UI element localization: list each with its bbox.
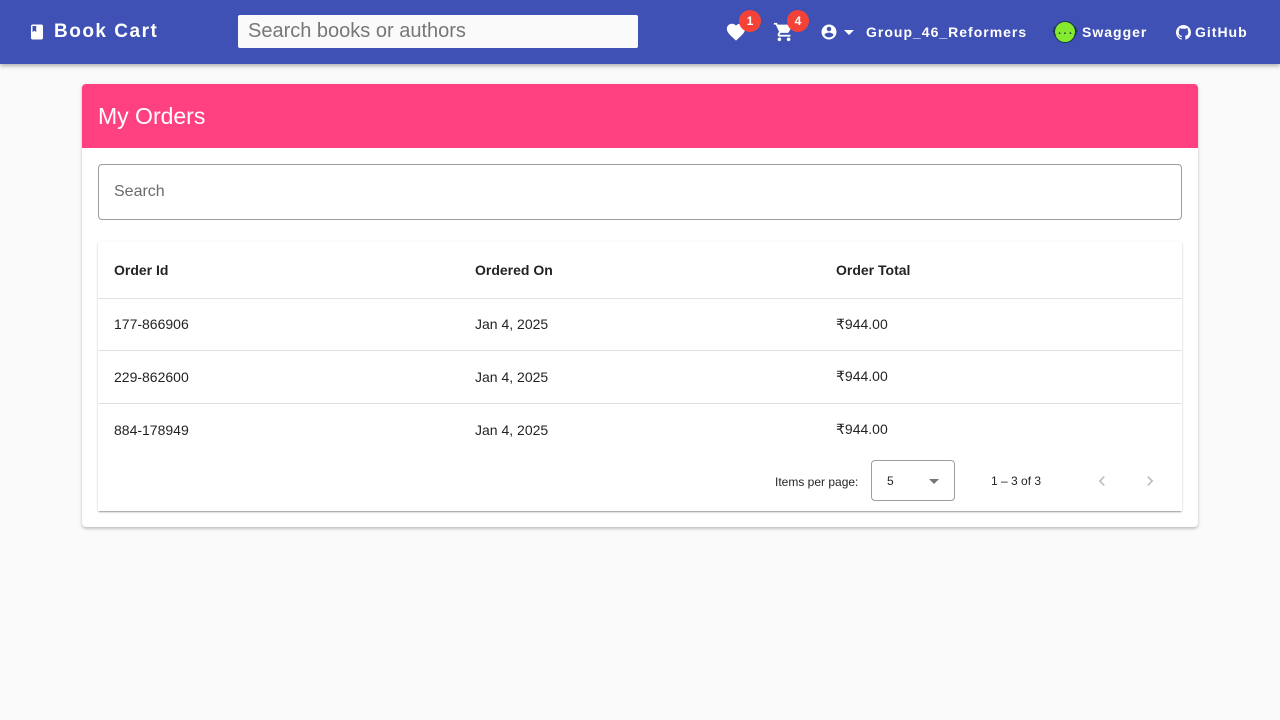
user-name: Group_46_Reformers [866,24,1028,40]
user-menu-button[interactable]: Group_46_Reformers [820,0,1027,64]
page-title: My Orders [98,102,206,129]
orders-table-container: Order Id Ordered On Order Total 177-8669… [98,242,1182,511]
table-row[interactable]: 884-178949 Jan 4, 2025 ₹944.00 [98,403,1182,456]
order-id-cell: 229-862600 [98,350,459,404]
order-id-cell: 177-866906 [98,298,459,351]
column-header-order-total[interactable]: Order Total [820,242,1182,299]
github-icon [1176,24,1191,40]
book-search-input[interactable] [238,15,638,48]
page-size-value: 5 [887,474,894,488]
chevron-left-icon [1098,476,1105,486]
items-per-page-label: Items per page: [775,475,859,489]
order-total-cell: ₹944.00 [820,298,1182,351]
chevron-right-icon [1147,476,1154,486]
column-header-ordered-on[interactable]: Ordered On [459,242,820,299]
table-header-row: Order Id Ordered On Order Total [98,242,1182,299]
card-header: My Orders [82,84,1198,148]
order-total-cell: ₹944.00 [836,421,888,437]
cart-count-badge: 4 [787,10,809,32]
account-circle-icon [821,24,837,40]
order-date-cell: Jan 4, 2025 [475,421,549,438]
brand-home-link[interactable]: Book Cart [28,0,158,64]
github-label: GitHub [1195,24,1248,40]
next-page-button[interactable] [1134,465,1166,497]
paginator: Items per page: 5 1 – 3 of 3 [98,455,1182,511]
orders-table: Order Id Ordered On Order Total 177-8669… [98,242,1182,456]
column-header-order-id[interactable]: Order Id [98,242,459,299]
wishlist-button[interactable]: 1 [721,10,761,48]
swagger-button[interactable]: {...} Swagger [1051,0,1148,64]
page-range-label: 1 – 3 of 3 [991,474,1042,488]
top-toolbar: Book Cart 1 4 Group_46_Reformers {...} S… [0,0,1280,64]
chevron-down-icon [844,29,854,35]
brand-title: Book Cart [54,21,159,42]
swagger-icon: {...} [1051,21,1079,43]
table-row[interactable]: 229-862600 Jan 4, 2025 ₹944.00 [98,350,1182,404]
page-size-select[interactable]: 5 [871,460,955,501]
order-id-cell: 884-178949 [114,421,189,438]
order-total-cell: ₹944.00 [820,350,1182,404]
order-date-cell: Jan 4, 2025 [459,350,820,404]
swagger-label: Swagger [1082,24,1148,40]
table-row[interactable]: 177-866906 Jan 4, 2025 ₹944.00 [98,298,1182,351]
book-icon [31,24,43,40]
order-search-field [98,164,1182,220]
github-button[interactable]: GitHub [1176,0,1248,64]
dropdown-arrow-icon [929,479,939,484]
my-orders-card: My Orders Order Id Ordered On Order Tota… [82,84,1198,527]
cart-button[interactable]: 4 [769,10,809,48]
order-search-input[interactable] [99,165,1181,219]
wishlist-count-badge: 1 [739,10,761,32]
order-date-cell: Jan 4, 2025 [459,298,820,351]
previous-page-button[interactable] [1086,465,1118,497]
